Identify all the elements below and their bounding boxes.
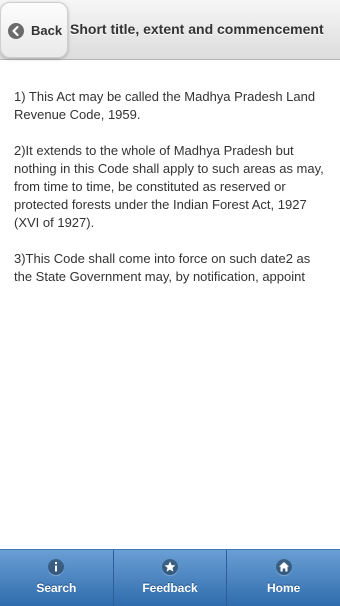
nav-search-label: Search: [36, 581, 77, 595]
nav-home-label: Home: [267, 581, 301, 595]
nav-home-button[interactable]: Home: [227, 550, 340, 606]
nav-search-button[interactable]: Search: [0, 550, 114, 606]
back-button-label: Back: [31, 23, 63, 38]
paragraph-2: 2)It extends to the whole of Madhya Prad…: [14, 143, 324, 230]
bottom-nav-bar: Search Feedback Home: [0, 549, 340, 606]
back-button[interactable]: Back: [0, 2, 68, 58]
section-content: 1) This Act may be called the Madhya Pra…: [14, 88, 326, 304]
header-bar: Back Short title, extent and commencemen…: [0, 0, 340, 60]
home-icon: [275, 559, 292, 575]
info-icon: [48, 559, 65, 575]
nav-feedback-button[interactable]: Feedback: [114, 550, 228, 606]
nav-feedback-label: Feedback: [142, 581, 198, 595]
star-icon: [162, 559, 178, 575]
paragraph-3: 3)This Code shall come into force on suc…: [14, 251, 311, 284]
page-title: Short title, extent and commencement: [70, 21, 324, 37]
arrow-left-icon: [8, 23, 24, 39]
paragraph-1: 1) This Act may be called the Madhya Pra…: [14, 89, 316, 122]
